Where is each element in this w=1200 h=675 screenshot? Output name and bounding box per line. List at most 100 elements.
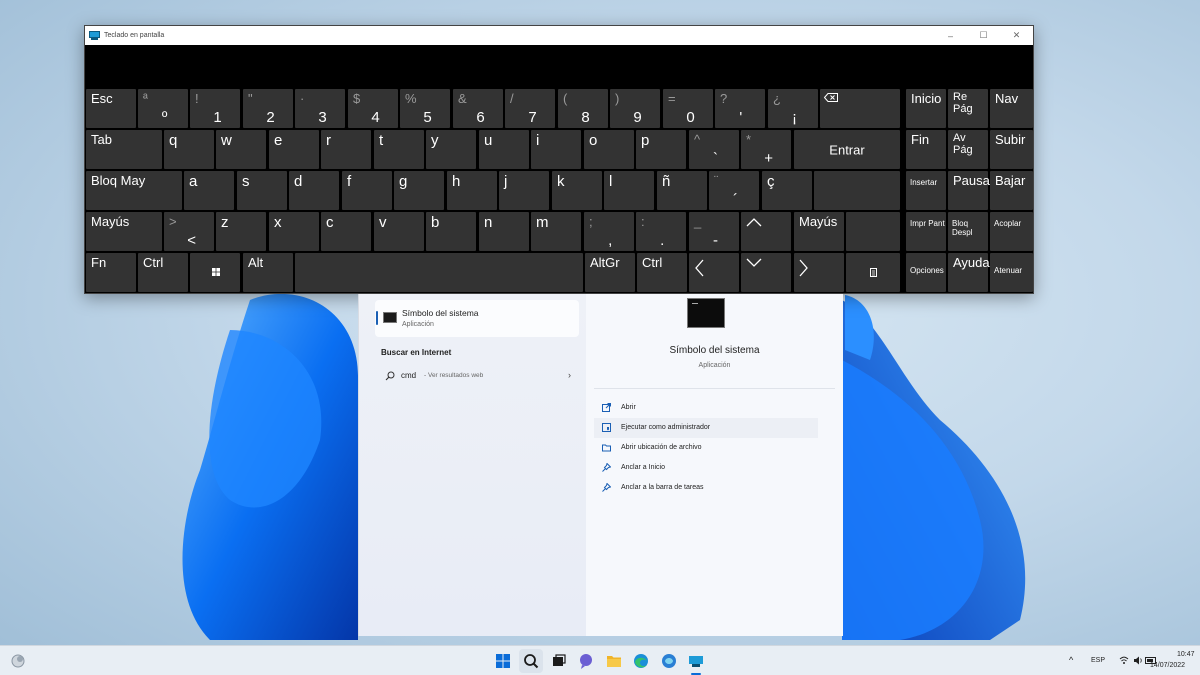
key-alt[interactable]: Alt	[243, 253, 293, 292]
key-fin[interactable]: Fin	[906, 130, 946, 169]
key-5[interactable]: % 5	[400, 89, 450, 128]
key-bloq-despl[interactable]: Bloq Despl	[948, 212, 988, 251]
key-windows[interactable]	[190, 253, 240, 292]
key-a[interactable]: a	[184, 171, 234, 210]
key-1[interactable]: ! 1	[190, 89, 240, 128]
key-backspace[interactable]	[820, 89, 900, 128]
key-apostrophe[interactable]: ? '	[715, 89, 765, 128]
key-u[interactable]: u	[479, 130, 529, 169]
key-ctrl-left[interactable]: Ctrl	[138, 253, 188, 292]
key-asterisk[interactable]: * +	[741, 130, 791, 169]
key-ayuda[interactable]: Ayuda	[948, 253, 990, 292]
key-pausa[interactable]: Pausa	[948, 171, 990, 210]
key-ordinal[interactable]: ªº	[138, 89, 188, 128]
key-s[interactable]: s	[237, 171, 287, 210]
key-inicio[interactable]: Inicio	[906, 89, 946, 128]
key-acoplar[interactable]: Acoplar	[990, 212, 1033, 251]
key-inverted-question[interactable]: ¿ ¡	[768, 89, 818, 128]
key-2[interactable]: " 2	[243, 89, 293, 128]
key-c[interactable]: c	[321, 212, 371, 251]
key-comma[interactable]: ;,	[584, 212, 634, 251]
key-b[interactable]: b	[426, 212, 476, 251]
key-d[interactable]: d	[289, 171, 339, 210]
key-m[interactable]: m	[531, 212, 581, 251]
key-f[interactable]: f	[342, 171, 392, 210]
key-3[interactable]: · 3	[295, 89, 345, 128]
minimize-button[interactable]: –	[934, 26, 967, 45]
key-enter[interactable]: Entrar	[794, 130, 900, 169]
key-n[interactable]: n	[479, 212, 529, 251]
maximize-button[interactable]: ☐	[967, 26, 1000, 45]
key-dieresis[interactable]: ¨ ´	[709, 171, 759, 210]
key-g[interactable]: g	[394, 171, 444, 210]
key-arrow-down[interactable]	[741, 253, 791, 292]
key-shift-left[interactable]: Mayús	[86, 212, 162, 251]
wifi-icon[interactable]	[1119, 656, 1129, 665]
file-explorer-icon[interactable]	[605, 652, 623, 670]
best-match-result[interactable]: Símbolo del sistema Aplicación	[375, 300, 579, 337]
key-less-than[interactable]: > <	[164, 212, 214, 251]
key-y[interactable]: y	[426, 130, 476, 169]
key-caps-lock[interactable]: Bloq May	[86, 171, 182, 210]
volume-icon[interactable]	[1133, 656, 1143, 665]
key-opciones[interactable]: Opciones	[906, 253, 946, 292]
search-icon[interactable]	[522, 652, 540, 670]
action-run-as-admin[interactable]: Ejecutar como administrador	[594, 418, 818, 438]
window-titlebar[interactable]: Teclado en pantalla – ☐ ✕	[85, 26, 1033, 45]
key-fn[interactable]: Fn	[86, 253, 136, 292]
key-w[interactable]: w	[216, 130, 266, 169]
key-shift-right[interactable]: Mayús	[794, 212, 844, 251]
key-o[interactable]: o	[584, 130, 634, 169]
key-6[interactable]: & 6	[453, 89, 503, 128]
key-altgr[interactable]: AltGr	[585, 253, 635, 292]
key-insertar[interactable]: Insertar	[906, 171, 946, 210]
key-8[interactable]: (8	[558, 89, 608, 128]
web-result-row[interactable]: cmd - Ver resultados web ›	[381, 370, 571, 384]
key-space[interactable]	[295, 253, 583, 292]
action-pin-to-taskbar[interactable]: Anclar a la barra de tareas	[594, 478, 818, 498]
on-screen-keyboard-taskbar-icon[interactable]	[687, 652, 705, 670]
key-0[interactable]: = 0	[663, 89, 713, 128]
key-i[interactable]: i	[531, 130, 581, 169]
key-t[interactable]: t	[374, 130, 424, 169]
clock-date[interactable]: 14/07/2022	[1150, 662, 1185, 669]
key-arrow-left[interactable]	[689, 253, 739, 292]
key-enter-lower[interactable]	[814, 171, 900, 210]
key-re-pag[interactable]: Re Pág	[948, 89, 988, 128]
action-open[interactable]: Abrir	[594, 398, 818, 418]
key-bajar[interactable]: Bajar	[990, 171, 1033, 210]
key-arrow-up[interactable]	[741, 212, 791, 251]
store-icon[interactable]	[660, 652, 678, 670]
clock-time[interactable]: 10:47	[1177, 651, 1195, 658]
key-tab[interactable]: Tab	[86, 130, 162, 169]
action-open-file-location[interactable]: Abrir ubicación de archivo	[594, 438, 818, 458]
close-button[interactable]: ✕	[1000, 26, 1033, 45]
key-atenuar[interactable]: Atenuar	[990, 253, 1033, 292]
key-arrow-right[interactable]	[794, 253, 844, 292]
start-button-icon[interactable]	[494, 652, 512, 670]
edge-browser-icon[interactable]	[632, 652, 650, 670]
key-x[interactable]: x	[269, 212, 319, 251]
key-menu[interactable]	[846, 253, 900, 292]
chat-icon[interactable]	[577, 652, 595, 670]
key-7[interactable]: /7	[505, 89, 555, 128]
key-cedilla[interactable]: ç	[762, 171, 812, 210]
key-nav[interactable]: Nav	[990, 89, 1033, 128]
key-subir[interactable]: Subir	[990, 130, 1033, 169]
key-ctrl-right[interactable]: Ctrl	[637, 253, 687, 292]
action-pin-to-start[interactable]: Anclar a Inicio	[594, 458, 818, 478]
key-n-tilde[interactable]: ñ	[657, 171, 707, 210]
key-v[interactable]: v	[374, 212, 424, 251]
key-av-pag[interactable]: Av Pág	[948, 130, 988, 169]
language-indicator[interactable]: ESP	[1091, 657, 1105, 664]
key-esc[interactable]: Esc	[86, 89, 136, 128]
key-l[interactable]: l	[604, 171, 654, 210]
key-p[interactable]: p	[636, 130, 686, 169]
key-supr[interactable]	[846, 212, 900, 251]
key-q[interactable]: q	[164, 130, 214, 169]
key-z[interactable]: z	[216, 212, 266, 251]
key-4[interactable]: $4	[348, 89, 398, 128]
task-view-icon[interactable]	[550, 652, 568, 670]
chevron-up-icon[interactable]: ^	[1069, 655, 1073, 665]
key-k[interactable]: k	[552, 171, 602, 210]
